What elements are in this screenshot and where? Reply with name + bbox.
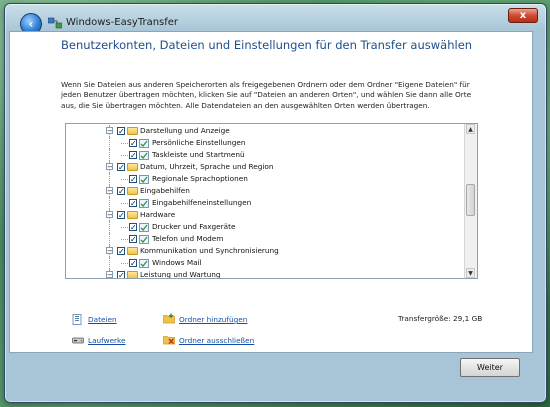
tree-guide-line [109, 221, 110, 233]
item-checkbox[interactable]: ✓ [129, 175, 137, 184]
transfer-size-label: Transfergröße: 29,1 GB [398, 314, 483, 323]
tree-item[interactable]: ✓ Windows Mail [66, 257, 461, 269]
item-checkbox[interactable]: ✓ [129, 223, 137, 232]
tree-item-label: Darstellung und Anzeige [140, 126, 230, 135]
tree-item-label: Eingabehilfeneinstellungen [152, 198, 252, 207]
item-checkbox[interactable]: ✓ [117, 247, 125, 256]
settings-icon [139, 235, 149, 244]
settings-icon [139, 175, 149, 184]
collapse-expander[interactable]: − [106, 247, 113, 255]
folder-icon [127, 187, 138, 195]
tree-guide-line [109, 137, 110, 149]
tree-guide-line [121, 155, 128, 156]
window-title: Windows-EasyTransfer [66, 17, 179, 28]
tree-item-label: Datum, Uhrzeit, Sprache und Region [140, 162, 274, 171]
folder-icon [127, 127, 138, 135]
tree-item-label: Telefon und Modem [152, 234, 224, 243]
tree-item-label: Windows Mail [152, 258, 202, 267]
back-arrow-icon: ‹ [28, 17, 34, 31]
tree-item-label: Persönliche Einstellungen [152, 138, 246, 147]
exclude-folder-link[interactable]: Ordner ausschließen [179, 336, 254, 345]
scroll-thumb[interactable] [466, 184, 475, 216]
tree-item[interactable]: − ✓ Hardware [66, 209, 461, 221]
item-checkbox[interactable]: ✓ [129, 235, 137, 244]
add-folder-link[interactable]: Ordner hinzufügen [179, 315, 247, 324]
close-button[interactable]: x [508, 8, 538, 23]
tree-guide-line [121, 179, 128, 180]
item-checkbox[interactable]: ✓ [129, 151, 137, 160]
tree-item[interactable]: ✓ Taskleiste und Startmenü [66, 149, 461, 161]
tree-item-label: Eingabehilfen [140, 186, 190, 195]
item-checkbox[interactable]: ✓ [129, 259, 137, 268]
transfer-items-tree[interactable]: − ✓ Darstellung und Anzeige ✓ Persönliche Ei… [65, 123, 478, 279]
tree-item[interactable]: ✓ Telefon und Modem [66, 233, 461, 245]
tree-item[interactable]: ✓ Persönliche Einstellungen [66, 137, 461, 149]
tree-guide-line [121, 143, 128, 144]
tree-item-label: Taskleiste und Startmenü [152, 150, 245, 159]
add-folder-icon [163, 313, 175, 324]
tree-guide-line [109, 173, 110, 185]
tree-item[interactable]: ✓ Eingabehilfeneinstellungen [66, 197, 461, 209]
settings-icon [139, 151, 149, 160]
settings-icon [139, 199, 149, 208]
item-checkbox[interactable]: ✓ [117, 163, 125, 172]
item-checkbox[interactable]: ✓ [117, 187, 125, 196]
collapse-expander[interactable]: − [106, 211, 113, 219]
folder-icon [127, 271, 138, 278]
tree-guide-line [109, 233, 110, 245]
folder-icon [127, 247, 138, 255]
settings-icon [139, 223, 149, 232]
footer-bar [9, 352, 531, 394]
scroll-up-button[interactable]: ▲ [466, 124, 475, 134]
next-button[interactable]: Weiter [460, 358, 520, 377]
tree-guide-line [121, 227, 128, 228]
item-checkbox[interactable]: ✓ [117, 271, 125, 278]
scroll-down-button[interactable]: ▼ [466, 268, 475, 278]
settings-icon [139, 259, 149, 268]
tree-item-label: Hardware [140, 210, 176, 219]
item-checkbox[interactable]: ✓ [117, 211, 125, 220]
collapse-expander[interactable]: − [106, 163, 113, 171]
tree-item-label: Drucker und Faxgeräte [152, 222, 236, 231]
page-description: Wenn Sie Dateien aus anderen Speicherort… [61, 80, 472, 110]
tree-guide-line [121, 263, 128, 264]
tree-item[interactable]: − ✓ Leistung und Wartung [66, 269, 461, 279]
tree-guide-line [109, 197, 110, 209]
tree-item[interactable]: − ✓ Datum, Uhrzeit, Sprache und Region [66, 161, 461, 173]
tree-item[interactable]: ✓ Drucker und Faxgeräte [66, 221, 461, 233]
tree-guide-line [109, 257, 110, 269]
exclude-folder-icon [163, 336, 175, 345]
tree-item[interactable]: − ✓ Eingabehilfen [66, 185, 461, 197]
drives-link[interactable]: Laufwerke [88, 336, 126, 345]
item-checkbox[interactable]: ✓ [129, 139, 137, 148]
tree-item-label: Regionale Sprachoptionen [152, 174, 248, 183]
folder-icon [127, 163, 138, 171]
tree-guide-line [109, 149, 110, 161]
tree-item[interactable]: − ✓ Kommunikation und Synchronisierung [66, 245, 461, 257]
easy-transfer-app-icon [48, 17, 62, 29]
settings-icon [139, 139, 149, 148]
collapse-expander[interactable]: − [106, 127, 113, 135]
tree-item-label: Leistung und Wartung [140, 270, 221, 279]
tree-guide-line [121, 239, 128, 240]
item-checkbox[interactable]: ✓ [117, 127, 125, 136]
drive-icon [72, 337, 84, 344]
page-title: Benutzerkonten, Dateien und Einstellunge… [61, 38, 473, 52]
files-link[interactable]: Dateien [88, 315, 117, 324]
vertical-scrollbar[interactable]: ▲ ▼ [464, 124, 477, 278]
tree-item[interactable]: − ✓ Darstellung und Anzeige [66, 125, 461, 137]
files-icon [72, 314, 82, 325]
folder-icon [127, 211, 138, 219]
collapse-expander[interactable]: − [106, 187, 113, 195]
tree-guide-line [121, 203, 128, 204]
tree-item-label: Kommunikation und Synchronisierung [140, 246, 279, 255]
tree-item[interactable]: ✓ Regionale Sprachoptionen [66, 173, 461, 185]
collapse-expander[interactable]: − [106, 271, 113, 278]
item-checkbox[interactable]: ✓ [129, 199, 137, 208]
